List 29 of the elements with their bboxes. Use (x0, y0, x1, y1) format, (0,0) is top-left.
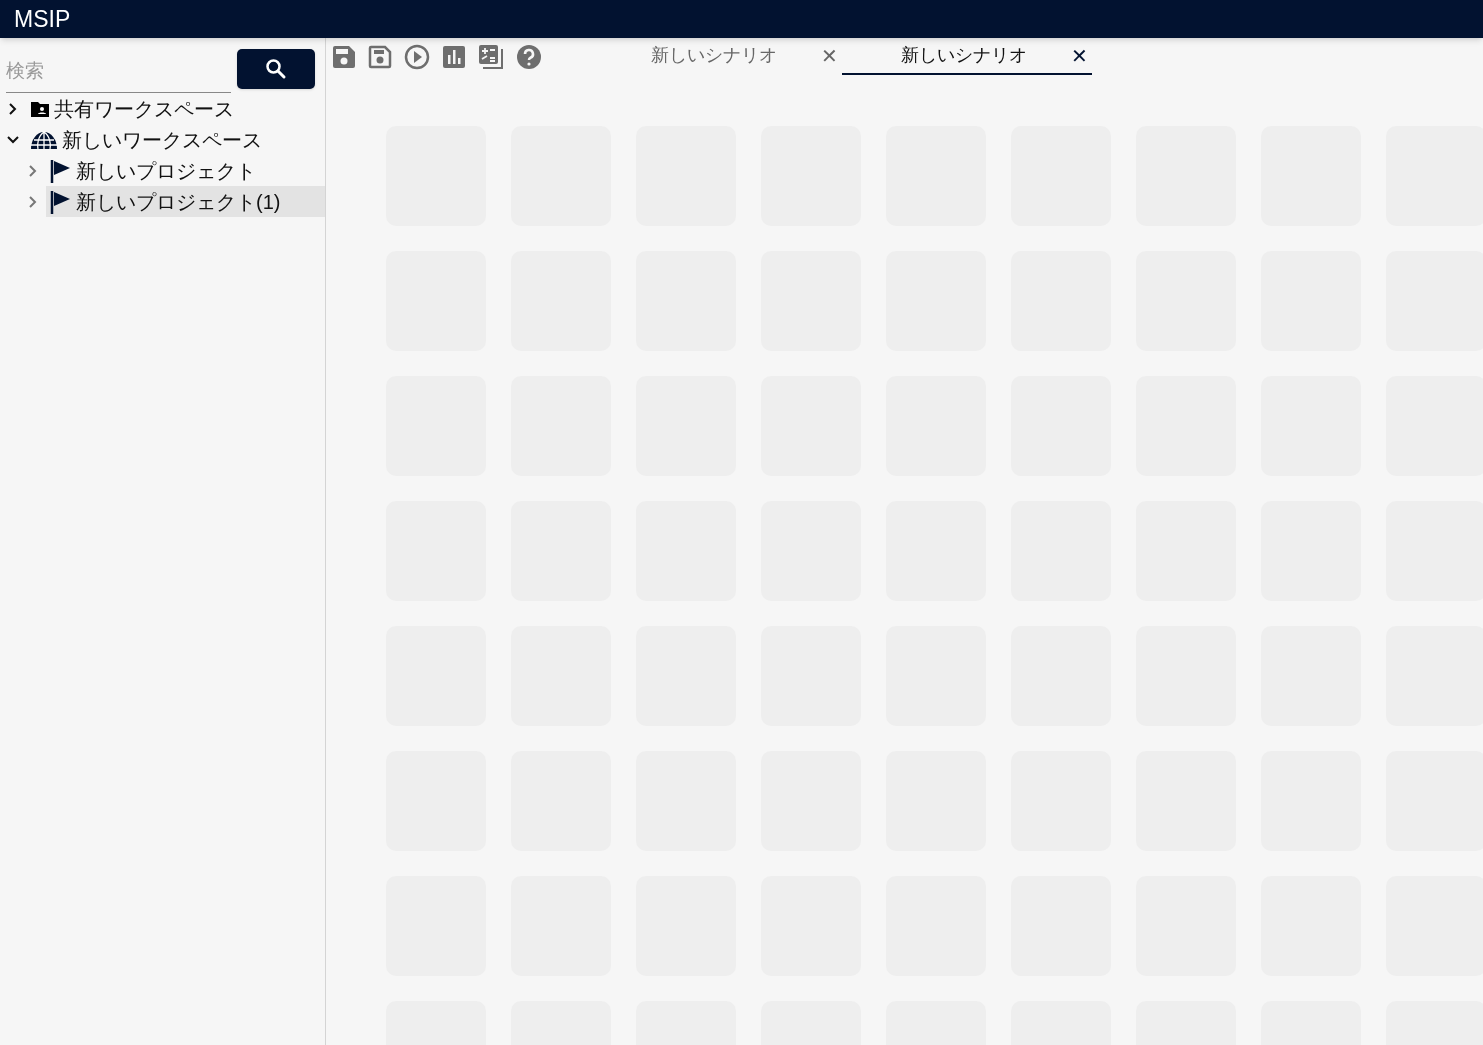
save-outline-icon[interactable] (368, 45, 392, 69)
tree-item[interactable]: 新しいワークスペース (26, 124, 325, 155)
bar-chart-icon[interactable] (442, 45, 466, 69)
help-icon[interactable] (516, 44, 542, 70)
tree-item[interactable]: 新しいプロジェクト(1) (46, 186, 325, 217)
tree-item[interactable]: 新しいプロジェクト (46, 155, 325, 186)
search-field[interactable]: 検索 (6, 49, 231, 93)
tree-item[interactable]: 共有ワークスペース (26, 93, 325, 124)
tree-item-label: 新しいプロジェクト (76, 158, 256, 184)
tree-item-label: 新しいワークスペース (62, 127, 262, 153)
calculator-stack-icon[interactable] (478, 44, 504, 70)
tree-item-label: 共有ワークスペース (54, 96, 234, 122)
app-title: MSIP (14, 4, 71, 34)
tree-item-label: 新しいプロジェクト(1) (76, 189, 281, 215)
tab-label: 新しいシナリオ (651, 44, 777, 67)
search-icon (264, 57, 288, 81)
search-button[interactable] (237, 49, 315, 89)
close-button[interactable]: ✕ (821, 40, 838, 71)
save-icon[interactable] (332, 45, 356, 69)
folder-person-icon (30, 99, 50, 118)
close-button[interactable]: ✕ (1071, 40, 1088, 71)
tab[interactable]: 新しいシナリオ ✕ (592, 38, 842, 75)
flag-icon (50, 158, 72, 183)
play-icon[interactable] (404, 44, 430, 70)
chevron-down-icon[interactable] (6, 135, 20, 144)
flag-icon (50, 189, 72, 214)
globe-icon (30, 129, 58, 150)
tab[interactable]: 新しいシナリオ ✕ (842, 38, 1092, 75)
tab-label: 新しいシナリオ (901, 44, 1027, 67)
